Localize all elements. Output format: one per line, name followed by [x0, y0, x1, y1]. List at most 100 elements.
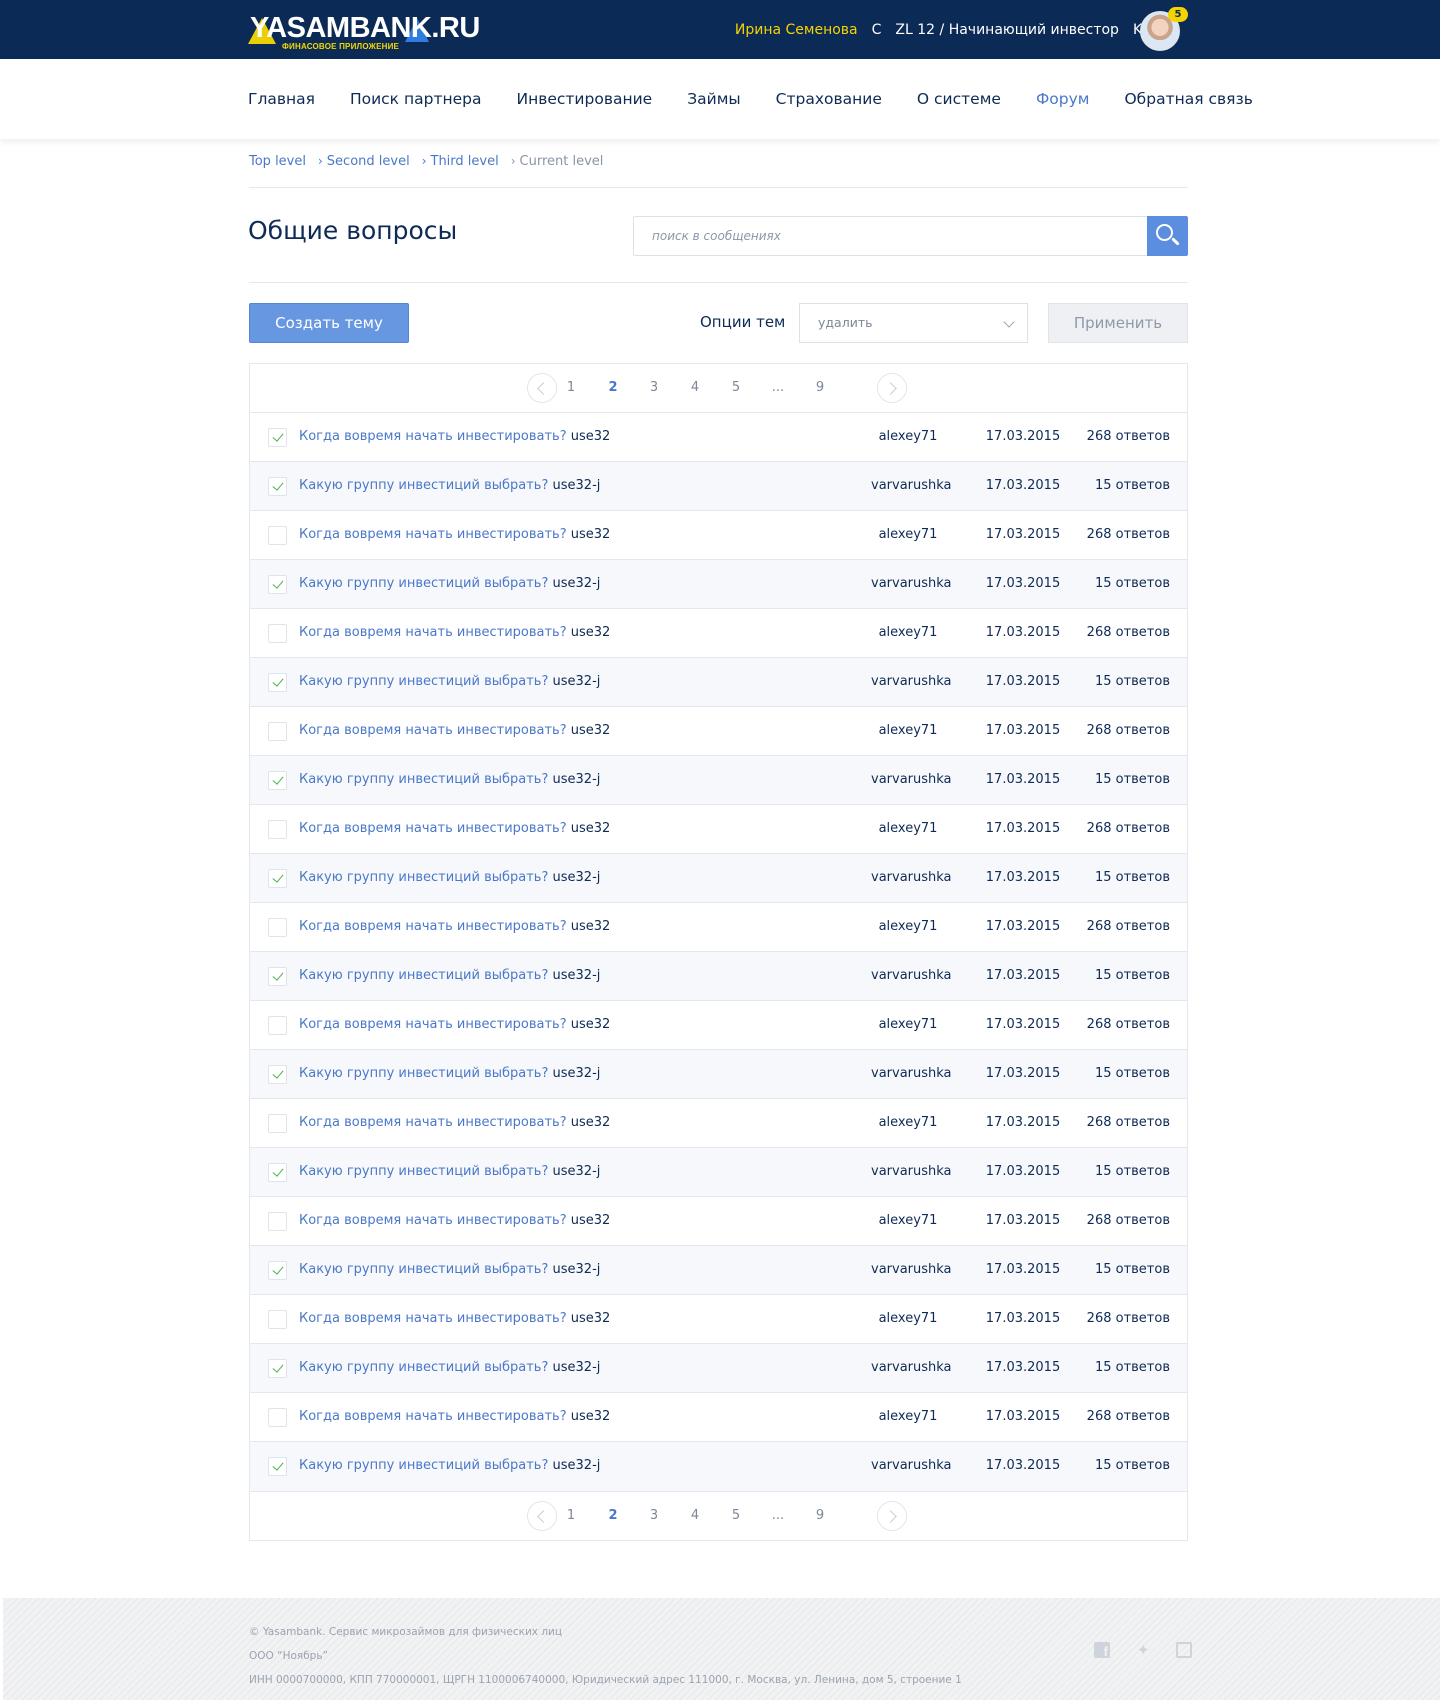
page-link[interactable]: 5 [726, 380, 746, 395]
topic-author[interactable]: alexey71 [871, 723, 945, 738]
topic-author[interactable]: alexey71 [871, 1115, 945, 1130]
topic-author[interactable]: alexey71 [871, 1409, 945, 1424]
topic-link[interactable]: Какую группу инвестиций выбрать? [299, 1262, 548, 1277]
topic-author[interactable]: varvarushka [871, 870, 952, 885]
topic-author[interactable]: varvarushka [871, 1262, 952, 1277]
topic-link[interactable]: Когда вовремя начать инвестировать? [299, 527, 567, 542]
row-checkbox[interactable] [268, 624, 287, 643]
topic-link[interactable]: Когда вовремя начать инвестировать? [299, 429, 567, 444]
topic-author[interactable]: alexey71 [871, 527, 945, 542]
topic-author[interactable]: alexey71 [871, 1311, 945, 1326]
row-checkbox[interactable] [268, 1065, 287, 1084]
topic-link[interactable]: Когда вовремя начать инвестировать? [299, 1311, 567, 1326]
topic-author[interactable]: alexey71 [871, 1017, 945, 1032]
nav-item-4[interactable]: Страхование [776, 90, 882, 108]
row-checkbox[interactable] [268, 1457, 287, 1476]
row-checkbox[interactable] [268, 722, 287, 741]
create-topic-button[interactable]: Создать тему [249, 303, 409, 343]
row-checkbox[interactable] [268, 1163, 287, 1182]
apply-button[interactable]: Применить [1048, 303, 1188, 343]
search-input[interactable] [634, 217, 1134, 255]
topic-author[interactable]: alexey71 [871, 1213, 945, 1228]
row-checkbox[interactable] [268, 477, 287, 496]
page-link[interactable]: 4 [685, 380, 705, 395]
row-checkbox[interactable] [268, 869, 287, 888]
breadcrumb-third-level[interactable]: Third level [431, 154, 499, 169]
topic-author[interactable]: varvarushka [871, 1360, 952, 1375]
topic-author[interactable]: varvarushka [871, 772, 952, 787]
topic-link[interactable]: Когда вовремя начать инвестировать? [299, 1213, 567, 1228]
row-checkbox[interactable] [268, 1114, 287, 1133]
topic-link[interactable]: Какую группу инвестиций выбрать? [299, 478, 548, 493]
topic-link[interactable]: Какую группу инвестиций выбрать? [299, 870, 548, 885]
topic-author[interactable]: varvarushka [871, 576, 952, 591]
page-link[interactable]: 9 [810, 380, 830, 395]
topic-link[interactable]: Какую группу инвестиций выбрать? [299, 674, 548, 689]
page-link[interactable]: 2 [603, 1508, 623, 1523]
page-link[interactable]: 4 [685, 1508, 705, 1523]
next-page-button[interactable] [877, 1501, 907, 1531]
topic-author[interactable]: varvarushka [871, 674, 952, 689]
row-checkbox[interactable] [268, 1408, 287, 1427]
topic-link[interactable]: Какую группу инвестиций выбрать? [299, 1164, 548, 1179]
row-checkbox[interactable] [268, 526, 287, 545]
row-checkbox[interactable] [268, 1359, 287, 1378]
nav-item-6[interactable]: Форум [1036, 90, 1090, 108]
breadcrumb-top-level[interactable]: Top level [249, 154, 306, 169]
page-link[interactable]: 1 [561, 380, 581, 395]
page-link[interactable]: 5 [726, 1508, 746, 1523]
nav-item-7[interactable]: Обратная связь [1124, 90, 1252, 108]
topic-link[interactable]: Какую группу инвестиций выбрать? [299, 1066, 548, 1081]
topic-link[interactable]: Когда вовремя начать инвестировать? [299, 1409, 567, 1424]
page-link[interactable]: 2 [603, 380, 623, 395]
topic-author[interactable]: alexey71 [871, 429, 945, 444]
prev-page-button[interactable] [527, 1501, 557, 1531]
topic-link[interactable]: Когда вовремя начать инвестировать? [299, 625, 567, 640]
notification-badge[interactable]: 5 [1168, 7, 1188, 22]
topic-link[interactable]: Когда вовремя начать инвестировать? [299, 919, 567, 934]
topic-link[interactable]: Какую группу инвестиций выбрать? [299, 772, 548, 787]
row-checkbox[interactable] [268, 428, 287, 447]
topic-author[interactable]: varvarushka [871, 968, 952, 983]
topic-link[interactable]: Когда вовремя начать инвестировать? [299, 1115, 567, 1130]
page-link[interactable]: 9 [810, 1508, 830, 1523]
topic-options-select[interactable]: удалить [799, 303, 1028, 343]
topic-author[interactable]: alexey71 [871, 919, 945, 934]
topic-link[interactable]: Какую группу инвестиций выбрать? [299, 576, 548, 591]
row-checkbox[interactable] [268, 575, 287, 594]
nav-item-0[interactable]: Главная [248, 90, 315, 108]
topic-link[interactable]: Когда вовремя начать инвестировать? [299, 821, 567, 836]
nav-item-3[interactable]: Займы [687, 90, 740, 108]
row-checkbox[interactable] [268, 1261, 287, 1280]
topic-link[interactable]: Какую группу инвестиций выбрать? [299, 1458, 548, 1473]
nav-item-2[interactable]: Инвестирование [516, 90, 652, 108]
row-checkbox[interactable] [268, 771, 287, 790]
next-page-button[interactable] [877, 373, 907, 403]
topic-author[interactable]: alexey71 [871, 821, 945, 836]
nav-item-5[interactable]: О системе [917, 90, 1001, 108]
facebook-icon[interactable] [1094, 1642, 1110, 1659]
row-checkbox[interactable] [268, 673, 287, 692]
topic-author[interactable]: varvarushka [871, 1066, 952, 1081]
user-name[interactable]: Ирина Семенова [735, 22, 858, 38]
row-checkbox[interactable] [268, 967, 287, 986]
page-link[interactable]: 3 [644, 1508, 664, 1523]
topic-author[interactable]: varvarushka [871, 1164, 952, 1179]
row-checkbox[interactable] [268, 820, 287, 839]
topic-link[interactable]: Когда вовремя начать инвестировать? [299, 1017, 567, 1032]
topic-link[interactable]: Какую группу инвестиций выбрать? [299, 968, 548, 983]
topic-author[interactable]: varvarushka [871, 478, 952, 493]
prev-page-button[interactable] [527, 373, 557, 403]
nav-item-1[interactable]: Поиск партнера [350, 90, 482, 108]
row-checkbox[interactable] [268, 1016, 287, 1035]
topic-author[interactable]: varvarushka [871, 1458, 952, 1473]
page-link[interactable]: 3 [644, 380, 664, 395]
row-checkbox[interactable] [268, 1212, 287, 1231]
instagram-icon[interactable] [1176, 1642, 1192, 1658]
topic-link[interactable]: Какую группу инвестиций выбрать? [299, 1360, 548, 1375]
row-checkbox[interactable] [268, 918, 287, 937]
breadcrumb-second-level[interactable]: Second level [327, 154, 410, 169]
twitter-icon[interactable]: ✦ [1135, 1642, 1151, 1658]
topic-link[interactable]: Когда вовремя начать инвестировать? [299, 723, 567, 738]
page-link[interactable]: 1 [561, 1508, 581, 1523]
